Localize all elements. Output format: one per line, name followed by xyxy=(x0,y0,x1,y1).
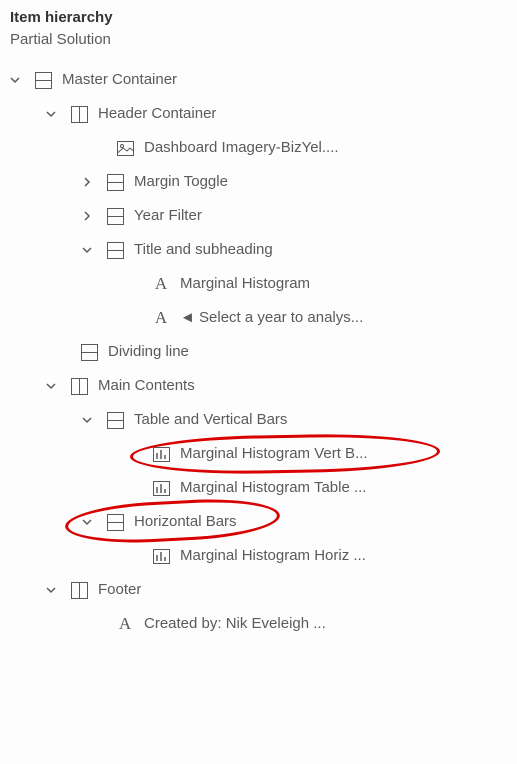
panel-title: Item hierarchy xyxy=(10,8,507,28)
tree-item-dashboard-imagery[interactable]: Dashboard Imagery-BizYel.... xyxy=(10,131,507,165)
tree-item-label: Created by: Nik Eveleigh ... xyxy=(144,614,326,634)
tree-item-label: Header Container xyxy=(98,104,216,124)
vertical-container-icon xyxy=(80,343,98,361)
vertical-container-icon xyxy=(34,71,52,89)
tree-item-label: Marginal Histogram Vert B... xyxy=(180,444,368,464)
text-icon: A xyxy=(116,615,134,633)
tree-item-header-container[interactable]: Header Container xyxy=(10,97,507,131)
vertical-container-icon xyxy=(106,207,124,225)
tree-item-label: Table and Vertical Bars xyxy=(134,410,287,430)
tree-item-label: Horizontal Bars xyxy=(134,512,237,532)
image-icon xyxy=(116,139,134,157)
horizontal-container-icon xyxy=(70,377,88,395)
horizontal-container-icon xyxy=(70,105,88,123)
tree-item-select-year-text[interactable]: A ◄ Select a year to analys... xyxy=(10,301,507,335)
tree-item-label: Master Container xyxy=(62,70,177,90)
tree-item-master-container[interactable]: Master Container xyxy=(10,63,507,97)
text-icon: A xyxy=(152,309,170,327)
tree-item-created-by[interactable]: A Created by: Nik Eveleigh ... xyxy=(10,607,507,641)
tree-item-title-subheading[interactable]: Title and subheading xyxy=(10,233,507,267)
chevron-down-icon[interactable] xyxy=(82,517,96,527)
tree-item-mh-table[interactable]: Marginal Histogram Table ... xyxy=(10,471,507,505)
tree-item-label: Marginal Histogram xyxy=(180,274,310,294)
tree-item-horizontal-bars[interactable]: Horizontal Bars xyxy=(10,505,507,539)
vertical-container-icon xyxy=(106,513,124,531)
vertical-container-icon xyxy=(106,241,124,259)
tree-item-year-filter[interactable]: Year Filter xyxy=(10,199,507,233)
chevron-down-icon[interactable] xyxy=(46,109,60,119)
chevron-down-icon[interactable] xyxy=(10,75,24,85)
vertical-container-icon xyxy=(106,411,124,429)
chevron-down-icon[interactable] xyxy=(46,381,60,391)
tree-item-label: Dividing line xyxy=(108,342,189,362)
tree-item-label: ◄ Select a year to analys... xyxy=(180,308,363,328)
chevron-down-icon[interactable] xyxy=(82,415,96,425)
tree-item-mh-horiz[interactable]: Marginal Histogram Horiz ... xyxy=(10,539,507,573)
worksheet-icon xyxy=(152,445,170,463)
chevron-right-icon[interactable] xyxy=(82,177,96,187)
worksheet-icon xyxy=(152,479,170,497)
tree-item-label: Main Contents xyxy=(98,376,195,396)
tree-item-marginal-histogram-text[interactable]: A Marginal Histogram xyxy=(10,267,507,301)
horizontal-container-icon xyxy=(70,581,88,599)
tree-item-main-contents[interactable]: Main Contents xyxy=(10,369,507,403)
tree-item-label: Title and subheading xyxy=(134,240,273,260)
text-icon: A xyxy=(152,275,170,293)
tree-item-label: Margin Toggle xyxy=(134,172,228,192)
worksheet-icon xyxy=(152,547,170,565)
vertical-container-icon xyxy=(106,173,124,191)
tree-item-label: Marginal Histogram Table ... xyxy=(180,478,366,498)
tree-item-table-vertical-bars[interactable]: Table and Vertical Bars xyxy=(10,403,507,437)
tree-item-label: Footer xyxy=(98,580,141,600)
tree-item-footer[interactable]: Footer xyxy=(10,573,507,607)
chevron-down-icon[interactable] xyxy=(46,585,60,595)
chevron-right-icon[interactable] xyxy=(82,211,96,221)
tree-item-label: Marginal Histogram Horiz ... xyxy=(180,546,366,566)
tree-item-label: Dashboard Imagery-BizYel.... xyxy=(144,138,339,158)
tree-item-label: Year Filter xyxy=(134,206,202,226)
tree-item-margin-toggle[interactable]: Margin Toggle xyxy=(10,165,507,199)
panel-subtitle: Partial Solution xyxy=(10,30,507,50)
tree-item-dividing-line[interactable]: Dividing line xyxy=(10,335,507,369)
tree-item-mh-vert-bars[interactable]: Marginal Histogram Vert B... xyxy=(10,437,507,471)
chevron-down-icon[interactable] xyxy=(82,245,96,255)
hierarchy-tree: Master Container Header Container Dashbo… xyxy=(10,63,507,641)
